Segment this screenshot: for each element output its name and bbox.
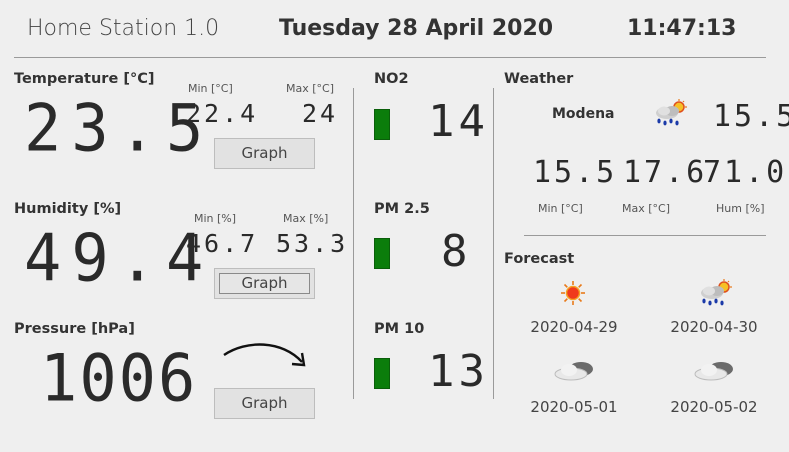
pm25-level-bar <box>374 238 390 269</box>
humidity-label: Humidity [%] <box>14 201 122 217</box>
forecast-date-3: 2020-05-01 <box>530 398 618 416</box>
temperature-min-value: 22.4 <box>186 99 259 128</box>
section-divider-right <box>493 88 494 399</box>
sun-icon <box>561 281 585 305</box>
weather-divider <box>524 235 766 236</box>
pm10-level-bar <box>374 358 390 389</box>
pm10-value: 13 <box>428 346 489 397</box>
pressure-value: 1006 <box>40 339 198 417</box>
weather-hum-value: 71.0 <box>703 155 788 190</box>
pm25-value: 8 <box>441 226 472 277</box>
forecast-date-2: 2020-04-30 <box>670 318 758 336</box>
pm10-label: PM 10 <box>374 321 425 337</box>
weather-hum-label: Hum [%] <box>716 202 765 215</box>
pm25-label: PM 2.5 <box>374 201 430 217</box>
humidity-min-value: 46.7 <box>186 229 259 258</box>
weather-min-value: 15.5 <box>533 155 618 190</box>
section-divider-left <box>353 88 354 399</box>
app-title: Home Station 1.0 <box>27 16 220 41</box>
weather-max-value: 17.6 <box>623 155 708 190</box>
cloud-icon <box>554 362 593 381</box>
humidity-min-label: Min [%] <box>194 212 237 225</box>
current-date: Tuesday 28 April 2020 <box>279 16 554 41</box>
sun-rain-cloud-icon <box>656 99 687 126</box>
weather-min-label: Min [°C] <box>538 202 583 215</box>
sun-rain-cloud-icon <box>701 279 732 306</box>
weather-label: Weather <box>504 71 574 87</box>
humidity-value: 49.4 <box>24 219 214 297</box>
cloud-icon <box>694 362 733 381</box>
humidity-max-value: 53.3 <box>276 229 349 258</box>
no2-value: 14 <box>428 96 489 147</box>
no2-level-bar <box>374 109 390 140</box>
pressure-label: Pressure [hPa] <box>14 321 135 337</box>
temperature-max-label: Max [°C] <box>286 82 335 95</box>
humidity-max-label: Max [%] <box>283 212 329 225</box>
humidity-graph-button-label: Graph <box>219 273 310 294</box>
current-time: 11:47:13 <box>627 16 737 41</box>
forecast-date-4: 2020-05-02 <box>670 398 758 416</box>
temperature-min-label: Min [°C] <box>188 82 233 95</box>
temperature-graph-button[interactable]: Graph <box>214 138 315 169</box>
humidity-graph-button[interactable]: Graph <box>214 268 315 299</box>
header-divider <box>14 57 766 58</box>
weather-max-label: Max [°C] <box>622 202 671 215</box>
weather-city: Modena <box>552 106 615 122</box>
temperature-label: Temperature [°C] <box>14 71 155 87</box>
no2-label: NO2 <box>374 71 409 87</box>
forecast-label: Forecast <box>504 251 575 267</box>
trend-arrow-icon <box>223 343 306 367</box>
temperature-max-value: 24 <box>302 99 339 128</box>
weather-current-temp: 15.5 <box>713 99 789 134</box>
forecast-date-1: 2020-04-29 <box>530 318 618 336</box>
temperature-value: 23.5 <box>24 89 214 167</box>
pressure-graph-button[interactable]: Graph <box>214 388 315 419</box>
